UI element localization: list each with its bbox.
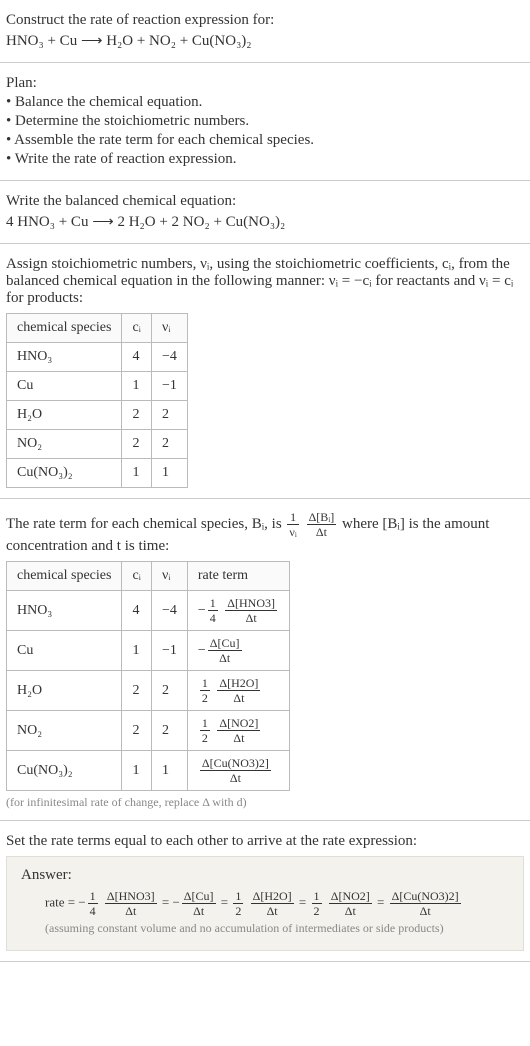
answer-label: Answer:	[21, 867, 509, 884]
frac-dBi-dt: Δ[Bᵢ] Δt	[307, 511, 337, 538]
fraction: Δ[H2O]Δt	[251, 890, 294, 917]
final-section: Set the rate terms equal to each other t…	[0, 821, 530, 962]
fraction: Δ[Cu]Δt	[208, 637, 242, 664]
final-heading: Set the rate terms equal to each other t…	[6, 833, 524, 850]
cell-c: 1	[122, 459, 152, 488]
assumption-text: (assuming constant volume and no accumul…	[21, 921, 509, 936]
cell-v: 1	[151, 459, 187, 488]
cell-species: Cu(NO₃)₂	[7, 751, 122, 791]
fraction: Δ[H2O]Δt	[217, 677, 260, 704]
rate-term-table: chemical species cᵢ νᵢ rate term HNO₃4−4…	[6, 561, 290, 791]
rate-term-text: The rate term for each chemical species,…	[6, 511, 524, 555]
table-row: H₂O2212 Δ[H2O]Δt	[7, 671, 290, 711]
balanced-equation: 4 HNO₃ + Cu ⟶ 2 H₂O + 2 NO₂ + Cu(NO₃)₂	[6, 212, 524, 231]
fraction: Δ[NO2]Δt	[217, 717, 260, 744]
unbalanced-equation: HNO₃ + Cu ⟶ H₂O + NO₂ + Cu(NO₃)₂	[6, 31, 524, 50]
table-row: Cu(NO₃)₂11Δ[Cu(NO3)2]Δt	[7, 751, 290, 791]
cell-species: NO₂	[7, 430, 122, 459]
cell-c: 1	[122, 751, 152, 791]
table-row: NO₂ 2 2	[7, 430, 188, 459]
cell-v: 1	[151, 751, 187, 791]
plan-item-1: • Balance the chemical equation.	[6, 94, 524, 111]
plan-section: Plan: • Balance the chemical equation. •…	[0, 63, 530, 181]
prompt-section: Construct the rate of reaction expressio…	[0, 0, 530, 63]
col-v: νᵢ	[151, 562, 187, 591]
col-c: cᵢ	[122, 562, 152, 591]
cell-c: 2	[122, 430, 152, 459]
cell-c: 2	[122, 401, 152, 430]
cell-v: −4	[151, 343, 187, 372]
cell-species: HNO₃	[7, 591, 122, 631]
cell-c: 1	[122, 372, 152, 401]
col-v: νᵢ	[151, 314, 187, 343]
fraction: 12	[200, 677, 210, 704]
col-c: cᵢ	[122, 314, 152, 343]
cell-species: NO₂	[7, 711, 122, 751]
table-header-row: chemical species cᵢ νᵢ rate term	[7, 562, 290, 591]
cell-v: 2	[151, 671, 187, 711]
cell-v: −1	[151, 631, 187, 671]
plan-item-4: • Write the rate of reaction expression.	[6, 151, 524, 168]
fraction: Δ[HNO3]Δt	[105, 890, 157, 917]
table-row: Cu 1 −1	[7, 372, 188, 401]
stoich-table: chemical species cᵢ νᵢ HNO₃ 4 −4 Cu 1 −1…	[6, 313, 188, 488]
fraction: 14	[208, 597, 218, 624]
cell-species: Cu	[7, 631, 122, 671]
table-row: HNO₃ 4 −4	[7, 343, 188, 372]
answer-box: Answer: rate = −14 Δ[HNO3]Δt = −Δ[Cu]Δt …	[6, 856, 524, 951]
cell-v: 2	[151, 401, 187, 430]
prompt-text: Construct the rate of reaction expressio…	[6, 12, 524, 29]
cell-c: 4	[122, 591, 152, 631]
cell-rate-term: 12 Δ[NO2]Δt	[187, 711, 289, 751]
plan-item-2: • Determine the stoichiometric numbers.	[6, 113, 524, 130]
rate-term-formula: 1 νᵢ Δ[Bᵢ] Δt	[285, 516, 342, 532]
fraction: 12	[200, 717, 210, 744]
col-species: chemical species	[7, 562, 122, 591]
frac-1-over-nu: 1 νᵢ	[287, 511, 298, 538]
plan-heading: Plan:	[6, 75, 524, 92]
stoich-section: Assign stoichiometric numbers, νᵢ, using…	[0, 244, 530, 499]
cell-rate-term: 12 Δ[H2O]Δt	[187, 671, 289, 711]
table-row: HNO₃4−4−14 Δ[HNO3]Δt	[7, 591, 290, 631]
cell-c: 1	[122, 631, 152, 671]
cell-v: 2	[151, 430, 187, 459]
table-row: Cu(NO₃)₂ 1 1	[7, 459, 188, 488]
cell-species: H₂O	[7, 401, 122, 430]
balanced-heading: Write the balanced chemical equation:	[6, 193, 524, 210]
cell-rate-term: −Δ[Cu]Δt	[187, 631, 289, 671]
fraction: Δ[Cu]Δt	[182, 890, 216, 917]
cell-c: 2	[122, 671, 152, 711]
cell-species: Cu	[7, 372, 122, 401]
fraction: 14	[88, 890, 98, 917]
rate-term-section: The rate term for each chemical species,…	[0, 499, 530, 821]
fraction: Δ[NO2]Δt	[329, 890, 372, 917]
fraction: Δ[Cu(NO3)2]Δt	[200, 757, 271, 784]
col-species: chemical species	[7, 314, 122, 343]
cell-rate-term: −14 Δ[HNO3]Δt	[187, 591, 289, 631]
fraction: Δ[HNO3]Δt	[225, 597, 277, 624]
cell-v: −4	[151, 591, 187, 631]
table-row: H₂O 2 2	[7, 401, 188, 430]
rate-term-caption: (for infinitesimal rate of change, repla…	[6, 795, 524, 810]
fraction: 12	[233, 890, 243, 917]
cell-species: H₂O	[7, 671, 122, 711]
cell-c: 2	[122, 711, 152, 751]
fraction: 12	[312, 890, 322, 917]
cell-c: 4	[122, 343, 152, 372]
cell-v: 2	[151, 711, 187, 751]
stoich-text: Assign stoichiometric numbers, νᵢ, using…	[6, 256, 524, 307]
rate-expression: rate = −14 Δ[HNO3]Δt = −Δ[Cu]Δt = 12 Δ[H…	[21, 890, 509, 917]
cell-species: Cu(NO₃)₂	[7, 459, 122, 488]
col-rate: rate term	[187, 562, 289, 591]
balanced-section: Write the balanced chemical equation: 4 …	[0, 181, 530, 244]
fraction: Δ[Cu(NO3)2]Δt	[390, 890, 461, 917]
cell-rate-term: Δ[Cu(NO3)2]Δt	[187, 751, 289, 791]
table-row: Cu1−1−Δ[Cu]Δt	[7, 631, 290, 671]
table-row: NO₂2212 Δ[NO2]Δt	[7, 711, 290, 751]
table-header-row: chemical species cᵢ νᵢ	[7, 314, 188, 343]
cell-v: −1	[151, 372, 187, 401]
plan-item-3: • Assemble the rate term for each chemic…	[6, 132, 524, 149]
cell-species: HNO₃	[7, 343, 122, 372]
